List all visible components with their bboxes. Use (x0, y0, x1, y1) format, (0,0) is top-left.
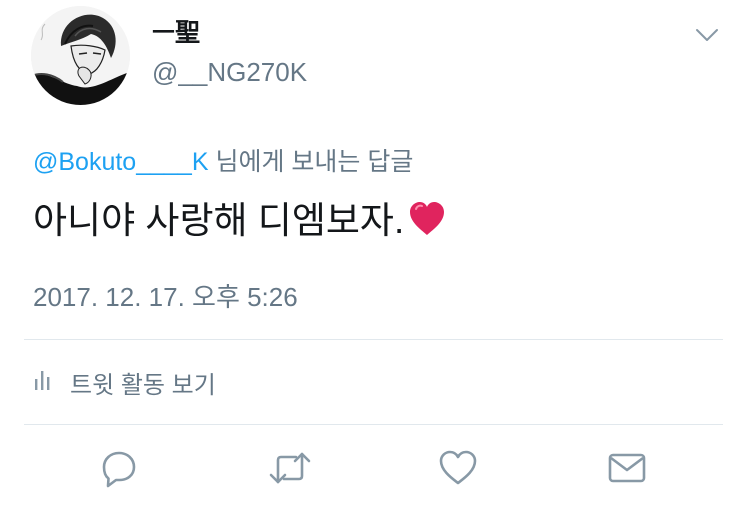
username-handle[interactable]: @__NG270K (152, 56, 307, 88)
envelope-icon[interactable] (607, 448, 647, 488)
tweet-text: 아니야 사랑해 디엠보자. (33, 198, 446, 248)
divider-top (24, 339, 723, 340)
tweet-body: 아니야 사랑해 디엠보자. (33, 200, 405, 241)
reply-icon[interactable] (99, 448, 139, 488)
tweet-activity-label: 트윗 활동 보기 (70, 371, 216, 399)
bar-chart-icon (34, 367, 54, 398)
avatar-illustration (31, 6, 130, 105)
reply-context-suffix: 님에게 보내는 답글 (208, 148, 414, 176)
heart-icon[interactable] (438, 448, 478, 488)
avatar[interactable] (31, 6, 130, 105)
tweet-activity-link[interactable]: 트윗 활동 보기 (34, 366, 216, 399)
reply-mention-link[interactable]: @Bokuto____K (33, 148, 209, 176)
reply-context: @Bokuto____K 님에게 보내는 답글 (33, 146, 413, 178)
divider-bottom (24, 424, 723, 425)
heart-emoji (408, 201, 446, 248)
tweet-timestamp[interactable]: 2017. 12. 17. 오후 5:26 (33, 281, 298, 313)
retweet-icon[interactable] (268, 448, 312, 488)
chevron-down-icon[interactable] (694, 26, 720, 44)
display-name[interactable]: ㅡ聖 (152, 18, 200, 48)
